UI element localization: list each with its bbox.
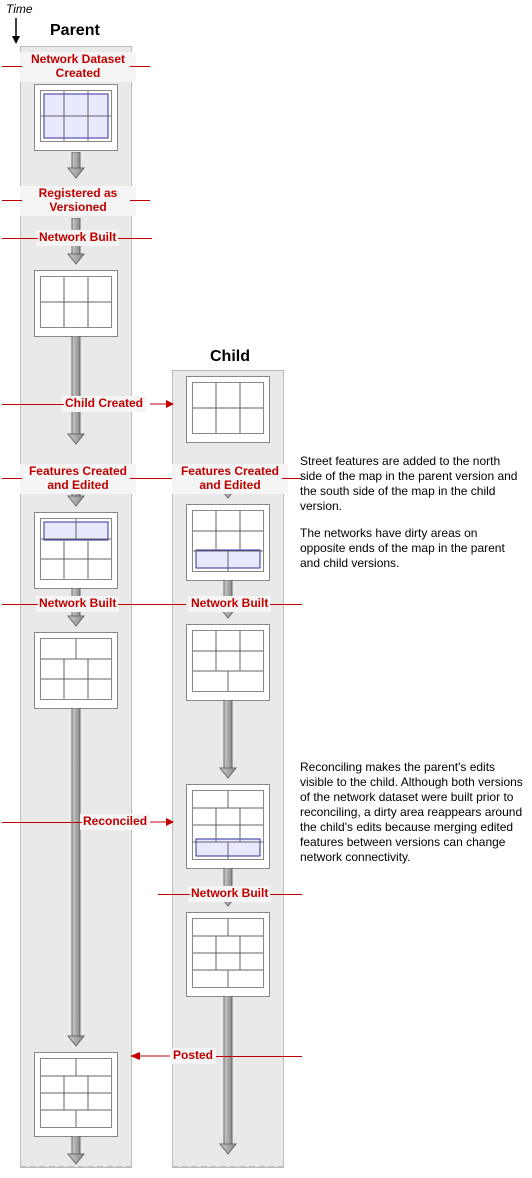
label-line xyxy=(2,66,22,67)
child-grid-2 xyxy=(186,504,270,581)
label-line xyxy=(2,200,22,201)
label-net-built-c2: Network Built xyxy=(188,596,271,612)
child-lane-bottom-dash xyxy=(172,1166,284,1168)
arrow-icon xyxy=(218,700,238,780)
arrow-right-icon xyxy=(150,817,176,829)
arrow-left-icon xyxy=(128,1051,170,1063)
label-line xyxy=(118,238,152,239)
label-net-built-1: Network Built xyxy=(36,230,119,246)
parent-grid-5 xyxy=(34,1052,118,1137)
desc-3: Reconciling makes the parent's edits vis… xyxy=(300,760,525,865)
arrow-icon xyxy=(66,336,86,446)
label-line xyxy=(282,478,302,479)
label-line xyxy=(130,200,150,201)
arrow-icon xyxy=(66,152,86,180)
label-line xyxy=(270,604,302,605)
label-net-built-c3: Network Built xyxy=(188,886,271,902)
desc-2: The networks have dirty areas on opposit… xyxy=(300,526,525,571)
child-title: Child xyxy=(210,348,250,366)
parent-grid-3 xyxy=(34,512,118,589)
parent-grid-1 xyxy=(34,84,118,151)
time-label: Time xyxy=(6,2,33,16)
parent-grid-2 xyxy=(34,270,118,337)
arrow-icon xyxy=(66,1136,86,1166)
label-line xyxy=(216,1056,302,1057)
child-grid-5 xyxy=(186,912,270,997)
arrow-right-icon xyxy=(150,399,176,411)
label-line xyxy=(130,478,172,479)
parent-title: Parent xyxy=(50,22,100,40)
parent-lane-bottom-dash xyxy=(20,1166,132,1168)
arrow-icon xyxy=(66,708,86,1048)
label-net-built-p2: Network Built xyxy=(36,596,119,612)
label-reconciled: Reconciled xyxy=(80,814,150,830)
label-child-created: Child Created xyxy=(62,396,146,412)
arrow-icon xyxy=(218,996,238,1156)
label-line xyxy=(2,604,38,605)
label-line xyxy=(130,66,150,67)
label-line xyxy=(2,822,82,823)
label-feat-edited-c: Features Createdand Edited xyxy=(172,464,288,494)
time-arrow-icon xyxy=(10,18,22,46)
label-registered: Registered asVersioned xyxy=(20,186,136,216)
label-feat-edited-p: Features Createdand Edited xyxy=(20,464,136,494)
label-line xyxy=(2,404,64,405)
label-line xyxy=(270,894,302,895)
label-line xyxy=(118,604,186,605)
child-grid-3 xyxy=(186,624,270,701)
label-posted: Posted xyxy=(170,1048,216,1064)
child-grid-1 xyxy=(186,376,270,443)
desc-1: Street features are added to the north s… xyxy=(300,454,525,514)
label-line xyxy=(2,238,38,239)
parent-grid-4 xyxy=(34,632,118,709)
label-nd-created: Network DatasetCreated xyxy=(20,52,136,82)
label-line xyxy=(2,478,22,479)
label-line xyxy=(158,894,190,895)
child-grid-4 xyxy=(186,784,270,869)
